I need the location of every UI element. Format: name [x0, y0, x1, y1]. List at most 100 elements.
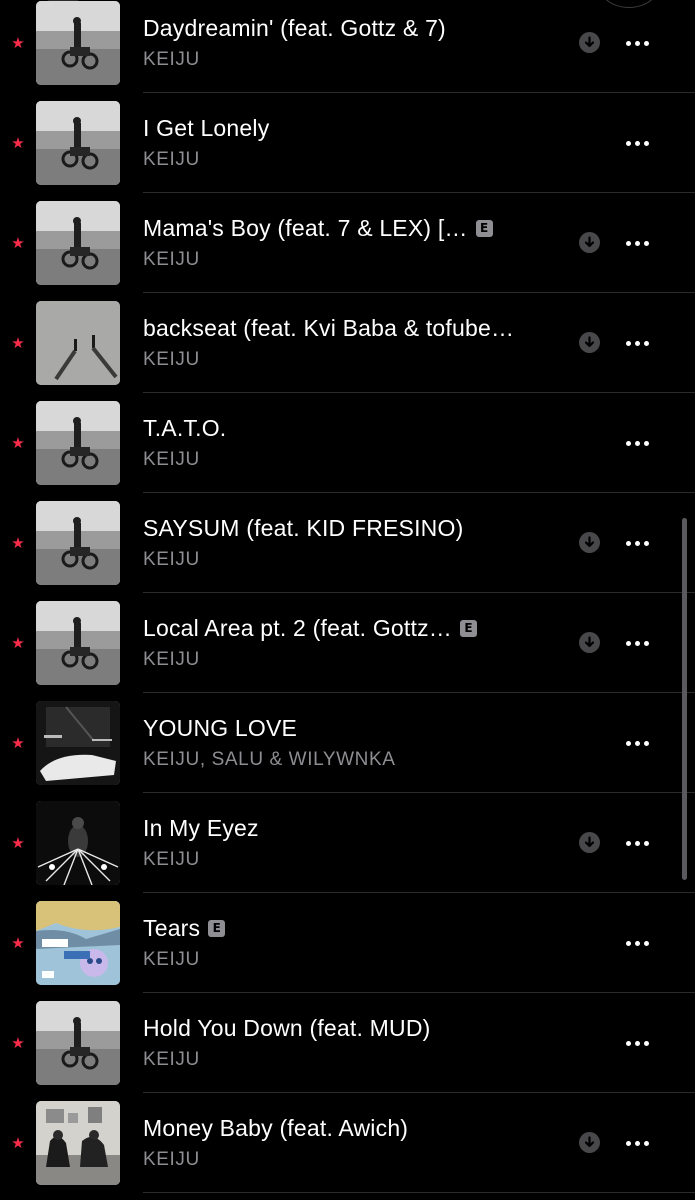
- track-title-line: Local Area pt. 2 (feat. Gottz… E: [143, 613, 477, 643]
- download-icon[interactable]: [579, 232, 600, 253]
- more-icon[interactable]: [619, 1031, 655, 1055]
- more-icon[interactable]: [619, 231, 655, 255]
- album-artwork: [36, 601, 120, 685]
- track-row[interactable]: ★ I Get Lonely KEIJU: [0, 93, 695, 193]
- download-icon[interactable]: [579, 532, 600, 553]
- track-artist: KEIJU: [143, 449, 200, 470]
- track-artist: KEIJU: [143, 349, 200, 370]
- track-title-line: Daydreamin' (feat. Gottz & 7): [143, 13, 446, 43]
- more-icon[interactable]: [619, 731, 655, 755]
- track-title: Mama's Boy (feat. 7 & LEX) […: [143, 214, 468, 241]
- track-row[interactable]: ★ Hold You Down (feat. MUD) KEIJU: [0, 993, 695, 1093]
- track-artist: KEIJU: [143, 149, 200, 170]
- more-dot: [625, 1140, 631, 1146]
- more-dot: [625, 940, 631, 946]
- track-title: SAYSUM (feat. KID FRESINO): [143, 514, 464, 541]
- more-icon[interactable]: [619, 831, 655, 855]
- star-icon: ★: [11, 934, 25, 952]
- more-dot: [625, 840, 631, 846]
- more-icon[interactable]: [619, 1131, 655, 1155]
- track-row[interactable]: ★ Local Area pt. 2 (feat. Gottz… E KEIJU: [0, 593, 695, 693]
- more-dot: [643, 640, 649, 646]
- track-row[interactable]: ★ In My Eyez KEIJU: [0, 793, 695, 893]
- more-dot: [634, 40, 640, 46]
- track-title-line: I Get Lonely: [143, 113, 269, 143]
- more-icon[interactable]: [619, 31, 655, 55]
- track-row[interactable]: ★ Money Baby (feat. Awich) KEIJU: [0, 1093, 695, 1193]
- track-artist: KEIJU: [143, 549, 200, 570]
- more-icon[interactable]: [619, 431, 655, 455]
- album-artwork: [36, 1, 120, 85]
- track-row[interactable]: ★ YOUNG LOVE KEIJU, SALU & WILYWNKA: [0, 693, 695, 793]
- more-dot: [625, 540, 631, 546]
- more-icon[interactable]: [619, 331, 655, 355]
- track-title: Local Area pt. 2 (feat. Gottz…: [143, 614, 452, 641]
- explicit-badge: E: [475, 219, 493, 237]
- download-icon[interactable]: [579, 832, 600, 853]
- track-row[interactable]: ★ Daydreamin' (feat. Gottz & 7) KEIJU: [0, 0, 695, 93]
- more-dot: [643, 440, 649, 446]
- star-icon: ★: [11, 34, 25, 52]
- more-dot: [625, 340, 631, 346]
- more-dot: [643, 340, 649, 346]
- more-dot: [634, 540, 640, 546]
- track-title-line: Money Baby (feat. Awich): [143, 1113, 408, 1143]
- star-icon: ★: [11, 234, 25, 252]
- more-dot: [625, 140, 631, 146]
- track-title-line: backseat (feat. Kvi Baba & tofube…: [143, 313, 514, 343]
- more-dot: [634, 940, 640, 946]
- track-artist: KEIJU: [143, 849, 200, 870]
- track-artist: KEIJU: [143, 649, 200, 670]
- download-icon[interactable]: [579, 32, 600, 53]
- more-dot: [634, 840, 640, 846]
- download-icon[interactable]: [579, 332, 600, 353]
- track-artist: KEIJU, SALU & WILYWNKA: [143, 749, 396, 770]
- track-row[interactable]: ★ T.A.T.O. KEIJU: [0, 393, 695, 493]
- more-dot: [643, 1040, 649, 1046]
- track-title: Money Baby (feat. Awich): [143, 1114, 409, 1141]
- track-title: Daydreamin' (feat. Gottz & 7): [143, 14, 446, 41]
- more-dot: [625, 440, 631, 446]
- album-artwork: [36, 1001, 120, 1085]
- track-artist: KEIJU: [143, 1149, 200, 1170]
- explicit-badge: E: [208, 919, 226, 937]
- more-dot: [643, 1140, 649, 1146]
- album-artwork: [36, 201, 120, 285]
- more-dot: [625, 40, 631, 46]
- star-icon: ★: [11, 534, 25, 552]
- more-dot: [643, 40, 649, 46]
- more-icon[interactable]: [619, 131, 655, 155]
- star-icon: ★: [11, 1034, 25, 1052]
- more-icon[interactable]: [619, 531, 655, 555]
- download-icon[interactable]: [579, 1132, 600, 1153]
- track-title-line: YOUNG LOVE: [143, 713, 297, 743]
- track-title-line: Tears E: [143, 913, 226, 943]
- more-dot: [643, 140, 649, 146]
- more-dot: [634, 240, 640, 246]
- scrollbar[interactable]: [682, 518, 687, 880]
- more-icon[interactable]: [619, 631, 655, 655]
- download-icon[interactable]: [579, 632, 600, 653]
- track-title-line: SAYSUM (feat. KID FRESINO): [143, 513, 463, 543]
- track-artist: KEIJU: [143, 1049, 200, 1070]
- album-artwork: [36, 801, 120, 885]
- album-artwork: [36, 701, 120, 785]
- track-title: Hold You Down (feat. MUD): [143, 1014, 431, 1041]
- track-list: ★ Daydreamin' (feat. Gottz & 7) KEIJU ★: [0, 0, 695, 1193]
- track-title: I Get Lonely: [143, 114, 270, 141]
- track-row[interactable]: ★ backseat (feat. Kvi Baba & tofube… KEI…: [0, 293, 695, 393]
- track-artist: KEIJU: [143, 949, 200, 970]
- star-icon: ★: [11, 334, 25, 352]
- more-dot: [643, 840, 649, 846]
- track-title-line: Hold You Down (feat. MUD): [143, 1013, 431, 1043]
- track-row[interactable]: ★ Mama's Boy (feat. 7 & LEX) [… E KEIJU: [0, 193, 695, 293]
- more-dot: [634, 440, 640, 446]
- more-icon[interactable]: [619, 931, 655, 955]
- more-dot: [634, 640, 640, 646]
- track-title-line: Mama's Boy (feat. 7 & LEX) [… E: [143, 213, 493, 243]
- track-row[interactable]: ★ Tears E KEIJU: [0, 893, 695, 993]
- more-dot: [625, 740, 631, 746]
- track-title: In My Eyez: [143, 814, 259, 841]
- track-row[interactable]: ★ SAYSUM (feat. KID FRESINO) KEIJU: [0, 493, 695, 593]
- star-icon: ★: [11, 834, 25, 852]
